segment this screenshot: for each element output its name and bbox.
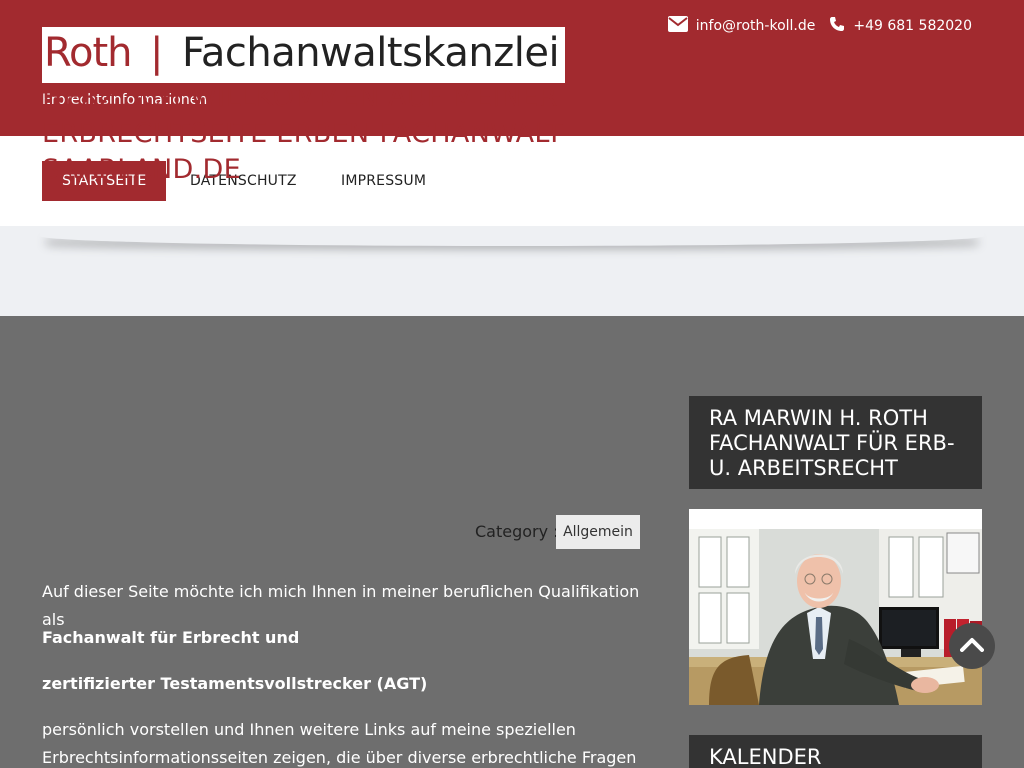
category-label: Category : — [475, 522, 559, 541]
category-tag[interactable]: Allgemein — [556, 515, 640, 549]
logo-roth-text: Roth — [44, 30, 133, 76]
phone-text: +49 681 582020 — [853, 18, 972, 34]
logo-separator: | — [150, 30, 164, 76]
post-paragraph-line-1: persönlich vorstellen und Ihnen weitere … — [42, 720, 576, 739]
site-logo[interactable]: Roth | Fachanwaltskanzlei — [42, 27, 565, 83]
scroll-to-top-button[interactable] — [949, 623, 995, 669]
post-paragraph-qualification-1: Fachanwalt für Erbrecht und — [42, 628, 300, 647]
post-paragraph-line-2: Erbrechtsinformationsseiten zeigen, die … — [42, 748, 637, 767]
email-link[interactable]: info@roth-koll.de — [667, 16, 816, 36]
phone-icon — [829, 16, 845, 36]
logo-firm-name: Fachanwaltskanzlei — [182, 30, 560, 76]
chevron-up-icon — [960, 636, 984, 656]
envelope-icon — [667, 16, 688, 36]
header-contact: info@roth-koll.de +49 681 582020 — [654, 16, 972, 36]
post-paragraph-qualification-2: zertifizierter Testamentsvollstrecker (A… — [42, 674, 428, 693]
email-text: info@roth-koll.de — [695, 18, 816, 34]
post-title[interactable]: HERZLICH WILLKOMMEN AUF MEINER ERBRECHTS… — [42, 80, 602, 188]
lawyer-photo — [689, 529, 982, 705]
sidebar-widget-title-calendar: KALENDER — [689, 735, 982, 768]
sidebar-widget-title-profile: RA MARWIN H. ROTH FACHANWALT FÜR ERB- U.… — [689, 396, 982, 489]
phone-link[interactable]: +49 681 582020 — [829, 16, 972, 36]
lawyer-photo-frame — [689, 509, 982, 705]
nav-shadow-divider — [40, 226, 984, 246]
